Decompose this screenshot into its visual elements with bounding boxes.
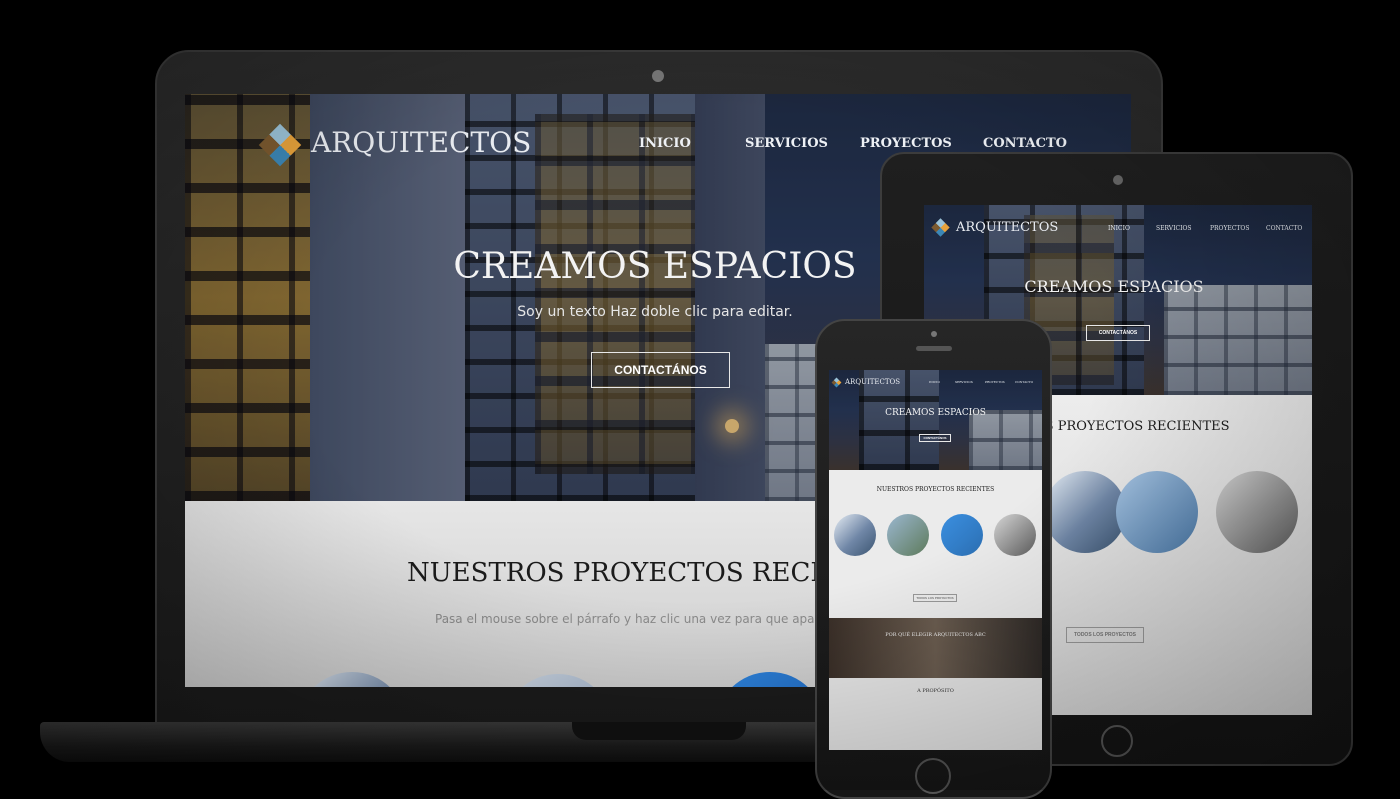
tablet-nav-proyectos[interactable]: PROYECTOS (1210, 225, 1249, 232)
phone-project-thumb-2[interactable] (887, 514, 929, 556)
laptop-notch (572, 722, 746, 740)
tablet-home-button (1101, 725, 1133, 757)
brand-logo-text[interactable]: ARQUITECTOS (311, 126, 531, 159)
phone-project-thumb-1[interactable] (834, 514, 876, 556)
phone-screen: ARQUITECTOS INICIO SERVICIOS PROYECTOS C… (829, 370, 1042, 750)
tablet-hero-title: CREAMOS ESPACIOS (1024, 277, 1204, 296)
tablet-project-thumb-3[interactable] (1216, 471, 1298, 553)
tablet-nav-inicio[interactable]: INICIO (1108, 225, 1130, 232)
phone-projects-title: NUESTROS PROYECTOS RECIENTES (876, 486, 995, 493)
phone-hero-title: CREAMOS ESPACIOS (885, 408, 986, 418)
tablet-nav-servicios[interactable]: SERVICIOS (1156, 225, 1192, 232)
phone-nav-contacto[interactable]: CONTACTO (1015, 380, 1033, 384)
phone-why-section (829, 618, 1042, 678)
nav-item-contacto[interactable]: CONTACTO (983, 136, 1067, 151)
tablet-nav-contacto[interactable]: CONTACTO (1266, 225, 1302, 232)
contact-button[interactable]: CONTACTÁNOS (591, 352, 730, 388)
phone-brand-logo-text[interactable]: ARQUITECTOS (845, 378, 900, 386)
phone-project-thumb-4[interactable] (994, 514, 1036, 556)
nav-item-servicios[interactable]: SERVICIOS (745, 136, 828, 151)
phone-speaker (916, 346, 952, 351)
hero-subtitle: Soy un texto Haz doble clic para editar. (517, 304, 793, 320)
tablet-projects-title: OS PROYECTOS RECIENTES (1034, 419, 1230, 434)
hero-title: CREAMOS ESPACIOS (453, 246, 857, 287)
tablet-contact-button[interactable]: CONTACTÁNOS (1086, 325, 1150, 341)
phone-contact-button[interactable]: CONTACTÁNOS (919, 434, 951, 442)
tablet-project-thumb-2[interactable] (1116, 471, 1198, 553)
tablet-project-thumb-1[interactable] (1044, 471, 1126, 553)
phone-nav-inicio[interactable]: INICIO (929, 380, 940, 384)
tablet-brand-logo-text[interactable]: ARQUITECTOS (956, 220, 1058, 235)
phone-nav-servicios[interactable]: SERVICIOS (955, 380, 973, 384)
phone-nav-proyectos[interactable]: PROYECTOS (985, 380, 1005, 384)
laptop-camera (652, 70, 664, 82)
phone-hero: ARQUITECTOS INICIO SERVICIOS PROYECTOS C… (829, 370, 1042, 470)
phone-about-title: A PROPÓSITO (917, 688, 954, 694)
phone-all-projects-button[interactable]: TODOS LOS PROYECTOS (913, 594, 957, 602)
phone-camera (931, 331, 937, 337)
phone-project-thumb-3[interactable] (941, 514, 983, 556)
tablet-camera (1113, 175, 1123, 185)
nav-item-inicio[interactable]: INICIO (639, 136, 691, 151)
phone-home-button (915, 758, 951, 794)
nav-item-proyectos[interactable]: PROYECTOS (860, 136, 952, 151)
tablet-all-projects-button[interactable]: TODOS LOS PROYECTOS (1066, 627, 1144, 643)
phone-why-title: POR QUÉ ELEGIR ARQUITECTOS ABC (885, 632, 986, 638)
